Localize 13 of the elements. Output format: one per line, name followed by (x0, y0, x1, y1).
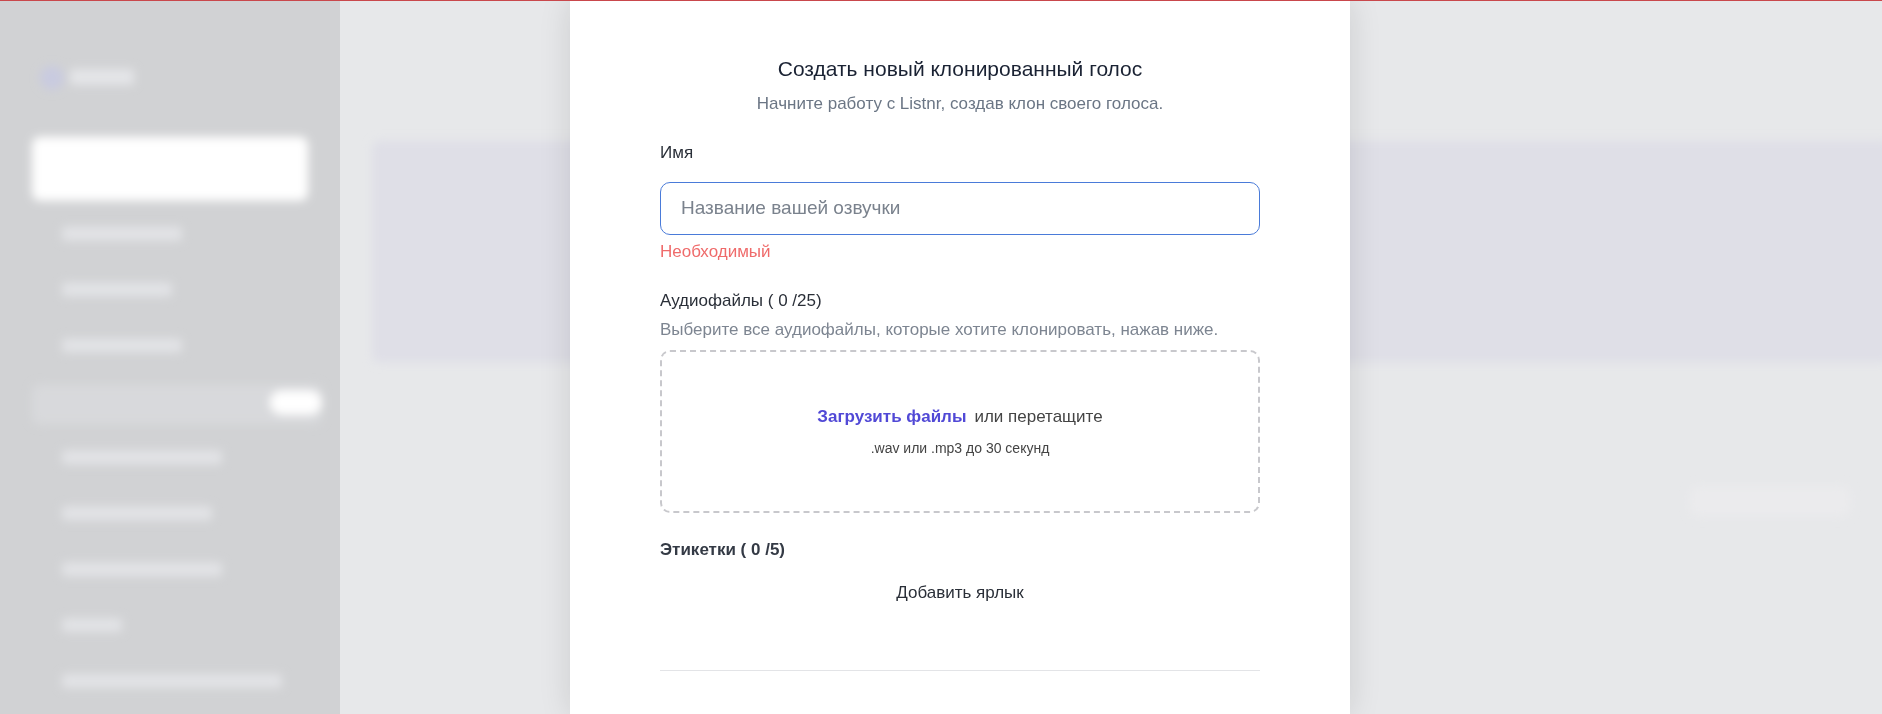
hint-text: Выберите все аудиофайлы, которые хотите клонировать, нажав ниже. (660, 318, 1220, 341)
add-tag-button[interactable]: Добавить ярлык (890, 578, 1030, 607)
dialog-subtitle: Начните работу с Listnr, создав клон своего голоса. (755, 92, 1165, 115)
name-input-field[interactable]: Название вашей озвучки (660, 181, 1260, 235)
drop-text: или перетащите (974, 406, 1103, 429)
field-label: Имя (660, 142, 695, 164)
tags-label: Этикетки ( 0 /5) (660, 539, 787, 562)
upload-link[interactable]: Загрузить файлы (817, 404, 967, 430)
drop-zone[interactable]: Загрузить файлы или перетащите .wav или .mp3 до 30 секунд (660, 350, 1260, 514)
field-label: Аудиофайлы ( 0 /25) (660, 290, 823, 312)
format-hint: .wav или .mp3 до 30 секунд (870, 438, 1050, 458)
dialog-title: Создать новый клонированный голос (776, 56, 1144, 82)
error-message: Необходимый (660, 240, 772, 263)
